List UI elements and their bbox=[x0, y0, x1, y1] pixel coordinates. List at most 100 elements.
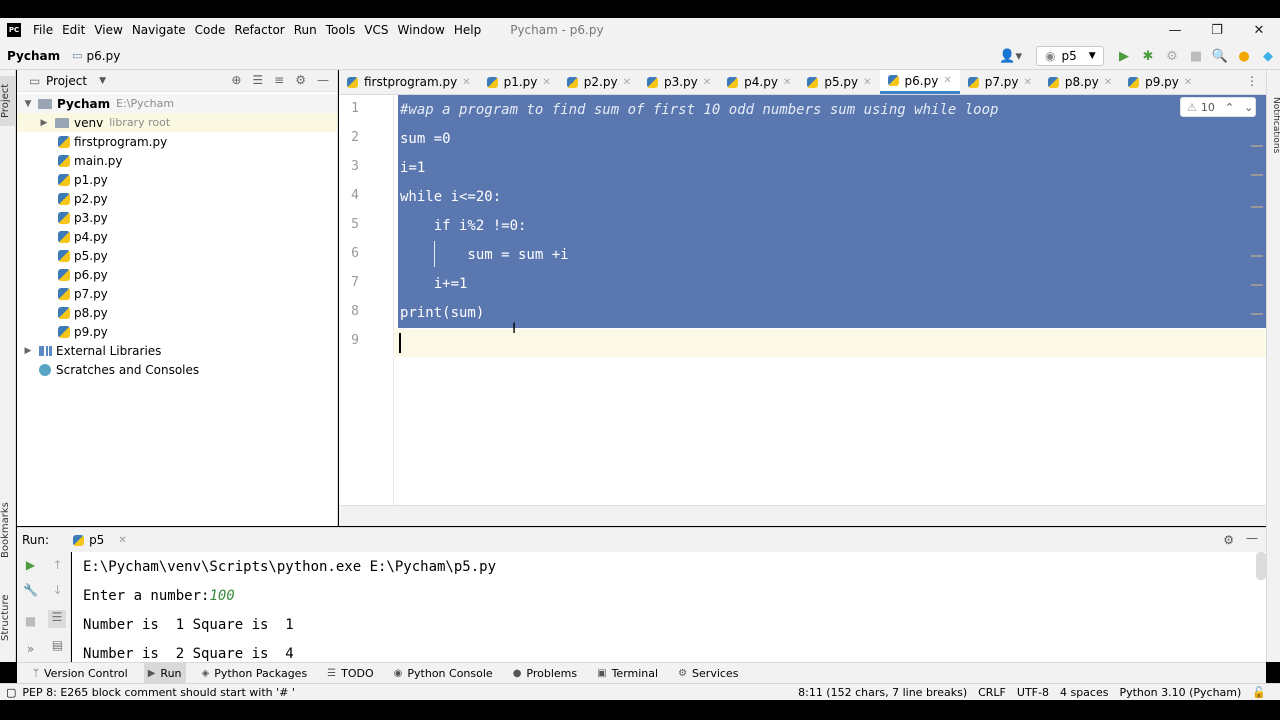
tree-item-file[interactable]: p4.py bbox=[17, 227, 337, 246]
close-icon[interactable]: ✕ bbox=[783, 77, 791, 88]
tab-p2[interactable]: p2.py ✕ bbox=[559, 70, 639, 94]
menu-edit[interactable]: Edit bbox=[62, 23, 85, 37]
tool-python-console[interactable]: ◉ Python Console bbox=[390, 663, 497, 683]
search-icon[interactable]: 🔍 bbox=[1208, 49, 1232, 64]
panel-toggle-icon[interactable]: ▢ bbox=[6, 686, 16, 699]
gear-icon[interactable]: ⚙ bbox=[295, 73, 306, 87]
user-icon[interactable]: 👤▾ bbox=[999, 49, 1022, 64]
menu-help[interactable]: Help bbox=[454, 23, 481, 37]
locate-icon[interactable]: ⊕ bbox=[231, 73, 241, 87]
caret-position[interactable]: 8:11 (152 chars, 7 line breaks) bbox=[798, 686, 967, 699]
bookmarks-tool-button[interactable]: Bookmarks bbox=[0, 500, 16, 560]
stop-icon[interactable]: ■ bbox=[17, 614, 44, 628]
menu-run[interactable]: Run bbox=[294, 23, 317, 37]
menu-refactor[interactable]: Refactor bbox=[234, 23, 284, 37]
indent-setting[interactable]: 4 spaces bbox=[1060, 686, 1109, 699]
run-console[interactable]: E:\Pycham\venv\Scripts\python.exe E:\Pyc… bbox=[72, 552, 1266, 662]
tree-item-file[interactable]: p8.py bbox=[17, 303, 337, 322]
tree-item-file[interactable]: p5.py bbox=[17, 246, 337, 265]
tree-item-file[interactable]: p2.py bbox=[17, 189, 337, 208]
debug-icon[interactable]: ✱ bbox=[1136, 49, 1160, 64]
status-message[interactable]: ▢ PEP 8: E265 block comment should start… bbox=[6, 686, 295, 699]
run-tab-p5[interactable]: p5 ✕ bbox=[73, 533, 127, 547]
tree-item-file[interactable]: main.py bbox=[17, 151, 337, 170]
hide-icon[interactable]: — bbox=[317, 73, 329, 87]
console-scrollbar[interactable] bbox=[1256, 552, 1266, 580]
tool-todo[interactable]: ☰ TODO bbox=[323, 663, 377, 683]
close-icon[interactable]: ✕ bbox=[863, 77, 871, 88]
tab-p6[interactable]: p6.py ✕ bbox=[879, 70, 960, 94]
error-stripe-mark[interactable] bbox=[1251, 206, 1263, 208]
tool-problems[interactable]: ● Problems bbox=[509, 663, 581, 683]
file-encoding[interactable]: UTF-8 bbox=[1017, 686, 1049, 699]
menu-code[interactable]: Code bbox=[195, 23, 226, 37]
close-icon[interactable]: ✕ bbox=[118, 535, 126, 546]
expand-all-icon[interactable]: ☰ bbox=[252, 73, 263, 87]
minimize-panel-icon[interactable]: — bbox=[1246, 531, 1258, 545]
gear-icon[interactable]: ⚙ bbox=[1223, 533, 1234, 547]
tool-run[interactable]: ▶ Run bbox=[143, 663, 186, 683]
more-tabs-icon[interactable]: ⋮ bbox=[1246, 74, 1258, 88]
tree-item-file[interactable]: p1.py bbox=[17, 170, 337, 189]
wrench-icon[interactable]: 🔧 bbox=[17, 583, 44, 597]
tree-item-file[interactable]: p6.py bbox=[17, 265, 337, 284]
updates-icon[interactable]: ● bbox=[1232, 49, 1256, 64]
close-button[interactable]: ✕ bbox=[1238, 18, 1280, 42]
tab-p1[interactable]: p1.py ✕ bbox=[479, 70, 559, 94]
tab-p4[interactable]: p4.py ✕ bbox=[719, 70, 799, 94]
tab-p3[interactable]: p3.py ✕ bbox=[639, 70, 719, 94]
tree-root-project[interactable]: ▼ Pycham E:\Pycham bbox=[17, 94, 337, 113]
chevron-down-icon[interactable]: ▼ bbox=[23, 99, 33, 109]
tree-item-scratches[interactable]: Scratches and Consoles bbox=[17, 360, 337, 379]
tool-services[interactable]: ⚙ Services bbox=[674, 663, 742, 683]
minimize-button[interactable]: — bbox=[1154, 18, 1196, 42]
close-icon[interactable]: ✕ bbox=[1024, 77, 1032, 88]
error-stripe-mark[interactable] bbox=[1251, 313, 1263, 315]
code-editor[interactable]: #wap a program to find sum of first 10 o… bbox=[394, 95, 1266, 505]
close-icon[interactable]: ✕ bbox=[462, 77, 470, 88]
stop-icon[interactable]: ■ bbox=[1184, 49, 1208, 64]
tab-firstprogram[interactable]: firstprogram.py ✕ bbox=[339, 70, 479, 94]
menu-navigate[interactable]: Navigate bbox=[132, 23, 186, 37]
rerun-icon[interactable]: ▶ bbox=[17, 558, 44, 572]
lock-icon[interactable]: 🔓 bbox=[1252, 686, 1266, 699]
line-separator[interactable]: CRLF bbox=[978, 686, 1006, 699]
tab-p7[interactable]: p7.py ✕ bbox=[960, 70, 1040, 94]
jetbrains-icon[interactable]: ◆ bbox=[1256, 49, 1280, 64]
tool-version-control[interactable]: ᛘ Version Control bbox=[29, 663, 132, 683]
print-icon[interactable]: ▤ bbox=[44, 638, 71, 652]
breadcrumb-project[interactable]: Pycham bbox=[7, 49, 60, 63]
collapse-all-icon[interactable]: ≡ bbox=[274, 73, 284, 87]
chevron-down-icon[interactable]: ⌄ bbox=[1244, 101, 1253, 114]
maximize-button[interactable]: ❐ bbox=[1196, 18, 1238, 42]
soft-wrap-icon[interactable]: ☰ bbox=[48, 610, 66, 628]
tool-python-packages[interactable]: ◈ Python Packages bbox=[198, 663, 312, 683]
tab-p8[interactable]: p8.py ✕ bbox=[1040, 70, 1120, 94]
notifications-tool-button[interactable]: Notifications bbox=[1267, 90, 1280, 160]
close-icon[interactable]: ✕ bbox=[1184, 77, 1192, 88]
tool-terminal[interactable]: ▣ Terminal bbox=[593, 663, 662, 683]
tree-item-file[interactable]: p3.py bbox=[17, 208, 337, 227]
error-stripe-mark[interactable] bbox=[1251, 174, 1263, 176]
close-icon[interactable]: ✕ bbox=[703, 77, 711, 88]
coverage-icon[interactable]: ⚙ bbox=[1160, 49, 1184, 64]
tree-item-file[interactable]: firstprogram.py bbox=[17, 132, 337, 151]
chevron-down-icon[interactable]: ▼ bbox=[99, 76, 106, 86]
close-icon[interactable]: ✕ bbox=[1104, 77, 1112, 88]
chevron-right-icon[interactable]: ▶ bbox=[39, 118, 49, 128]
tree-item-file[interactable]: p7.py bbox=[17, 284, 337, 303]
tab-p5[interactable]: p5.py ✕ bbox=[799, 70, 879, 94]
chevron-right-icon[interactable]: ▶ bbox=[23, 346, 33, 356]
arrow-down-icon[interactable]: ↓ bbox=[44, 583, 71, 597]
arrow-up-icon[interactable]: ↑ bbox=[44, 558, 71, 572]
error-stripe-mark[interactable] bbox=[1251, 284, 1263, 286]
menu-vcs[interactable]: VCS bbox=[364, 23, 388, 37]
tree-item-external-libraries[interactable]: ▶ External Libraries bbox=[17, 341, 337, 360]
menu-window[interactable]: Window bbox=[398, 23, 445, 37]
project-tool-button[interactable]: Project bbox=[0, 76, 16, 126]
inspection-widget[interactable]: ⚠ 10 ⌃ ⌄ bbox=[1180, 97, 1256, 117]
tab-p9[interactable]: p9.py ✕ bbox=[1120, 70, 1200, 94]
breadcrumb-file[interactable]: p6.py bbox=[87, 49, 121, 63]
structure-tool-button[interactable]: Structure bbox=[0, 588, 16, 648]
tree-item-file[interactable]: p9.py bbox=[17, 322, 337, 341]
